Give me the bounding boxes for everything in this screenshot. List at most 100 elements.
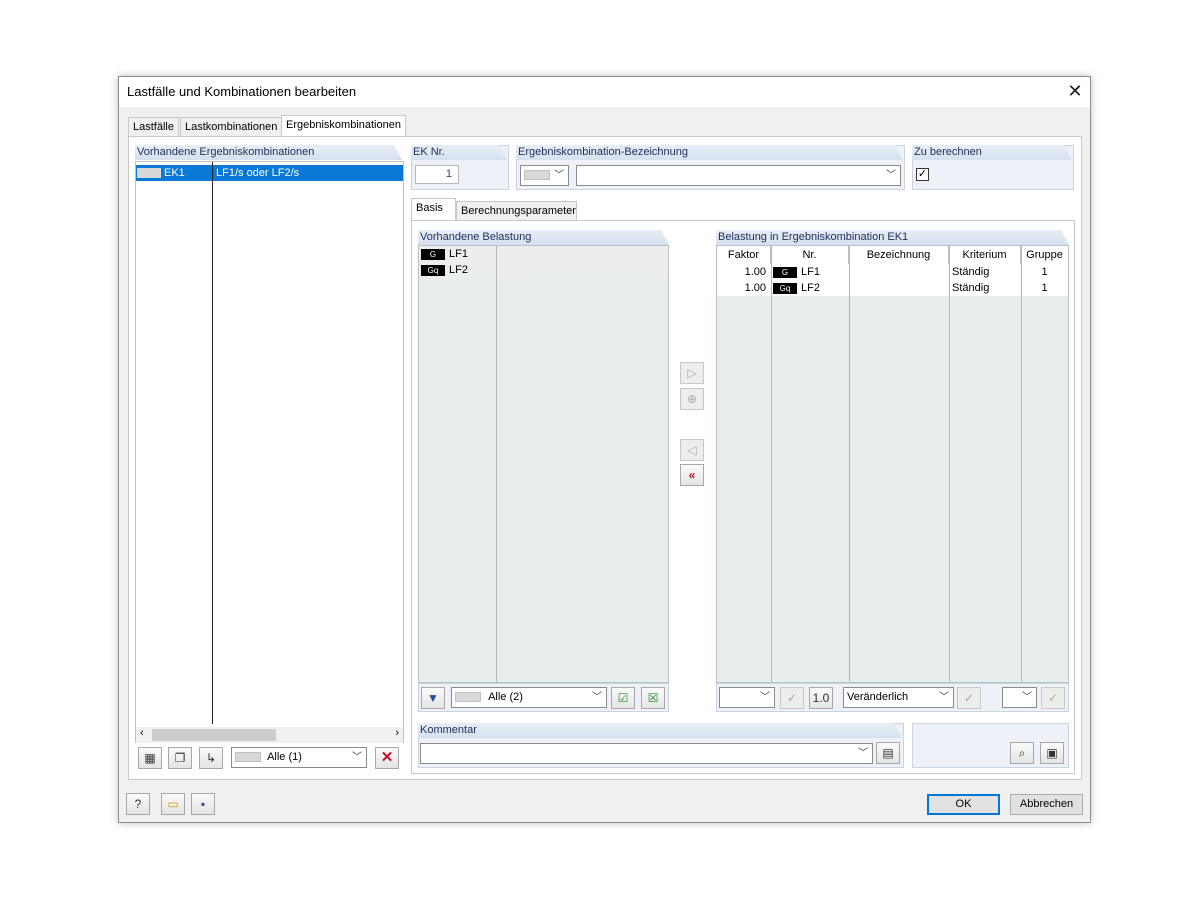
open-details-icon[interactable]: ▣ (1040, 742, 1064, 764)
chevron-down-icon: ﹀ (554, 170, 564, 181)
tab-lastfaelle[interactable]: Lastfälle (128, 117, 179, 137)
kommentar-label: Kommentar (418, 723, 902, 738)
zu-berechnen-label: Zu berechnen (912, 145, 1072, 160)
cell-faktor[interactable]: 1.00 (717, 280, 766, 296)
scroll-right-icon[interactable]: › (395, 727, 399, 739)
subtab-berechnungsparameter[interactable]: Berechnungsparameter (456, 201, 577, 221)
cell-faktor[interactable]: 1.00 (717, 264, 766, 280)
chevron-down-icon: ﹀ (760, 692, 770, 703)
belastung-table[interactable]: Faktor Nr. Bezeichnung Kriterium Gruppe … (716, 245, 1069, 683)
row-description: LF1/s oder LF2/s (216, 167, 300, 179)
chevron-down-icon: ﹀ (939, 692, 949, 703)
horizontal-scrollbar[interactable]: ‹ › (136, 727, 403, 743)
vorhandene-belastung-list[interactable]: G LF1 Gq LF2 (418, 245, 669, 683)
cell-kriterium[interactable]: Ständig (952, 280, 989, 296)
column-header-faktor[interactable]: Faktor (717, 246, 771, 264)
apply-gruppe-icon[interactable]: ✓ (1041, 687, 1065, 709)
cell-gruppe[interactable]: 1 (1021, 280, 1068, 296)
column-header-nr[interactable]: Nr. (771, 246, 849, 264)
help-icon[interactable]: ? (126, 793, 150, 815)
load-type-badge: Gq (773, 282, 797, 294)
color-swatch (235, 752, 261, 763)
copy-combination-icon[interactable]: ❐ (168, 747, 192, 769)
new-combination-icon[interactable]: ▦ (138, 747, 162, 769)
load-type-badge: Gq (421, 264, 445, 276)
tab-ergebniskombinationen[interactable]: Ergebniskombinationen (281, 115, 406, 137)
open-folder-icon[interactable]: ▭ (161, 793, 185, 815)
list-item[interactable]: EK1 LF1/s oder LF2/s (136, 165, 403, 181)
column-header-gruppe[interactable]: Gruppe (1021, 246, 1068, 264)
delete-icon[interactable]: ✕ (375, 747, 399, 769)
remove-all-icon[interactable]: « (680, 464, 704, 486)
cell-kriterium[interactable]: Ständig (952, 264, 989, 280)
gruppe-select[interactable]: ﹀ (1002, 687, 1037, 708)
column-divider (849, 246, 850, 682)
zu-berechnen-checkbox[interactable]: ✓ (916, 168, 929, 181)
dialog-window: Lastfälle und Kombinationen bearbeiten ✕… (118, 76, 1091, 823)
load-case-name: LF1 (801, 266, 820, 278)
list-item[interactable]: Gq LF2 (421, 262, 468, 278)
kommentar-select[interactable]: ﹀ (420, 743, 873, 764)
load-case-name: LF2 (801, 282, 820, 294)
tab-lastkombinationen[interactable]: Lastkombinationen (180, 117, 283, 137)
tab-label: Lastkombinationen (185, 121, 278, 133)
bezeichnung-label: Ergebniskombination-Bezeichnung (516, 145, 903, 160)
column-divider (212, 162, 213, 724)
faktor-select[interactable]: ﹀ (719, 687, 775, 708)
cell-gruppe[interactable]: 1 (1021, 264, 1068, 280)
subtab-label: Berechnungsparameter (461, 205, 576, 217)
color-select[interactable]: ﹀ (520, 165, 569, 186)
save-icon[interactable]: ▪ (191, 793, 215, 815)
list-item[interactable]: G LF1 (421, 246, 468, 262)
bezeichnung-select[interactable]: ﹀ (576, 165, 901, 186)
left-list-header: Vorhandene Ergebniskombinationen (135, 145, 402, 160)
add-icon[interactable]: ▷ (680, 362, 704, 384)
column-header-bezeichnung[interactable]: Bezeichnung (849, 246, 949, 264)
column-header-kriterium[interactable]: Kriterium (949, 246, 1021, 264)
select-all-icon[interactable]: ☑ (611, 687, 635, 709)
kommentar-library-icon[interactable]: ▤ (876, 742, 900, 764)
renumber-icon[interactable]: ↳ (199, 747, 223, 769)
select-toggle-icon[interactable]: ☒ (641, 687, 665, 709)
close-button[interactable]: ✕ (1066, 82, 1084, 101)
chevron-down-icon: ﹀ (858, 748, 868, 759)
subtab-label: Basis (416, 202, 443, 214)
factor-one-button[interactable]: 1.0 (809, 687, 833, 709)
column-divider (496, 246, 497, 682)
filter-icon[interactable]: ▼ (421, 687, 445, 709)
load-case-name: LF1 (449, 248, 468, 260)
belastung-filter-select[interactable]: Alle (2) ﹀ (451, 687, 607, 708)
cell-nr[interactable]: Gq LF2 (773, 280, 820, 296)
color-swatch (524, 170, 550, 181)
ek-nr-label: EK Nr. (411, 145, 507, 160)
color-swatch (455, 692, 481, 703)
column-divider (949, 246, 950, 682)
scroll-thumb[interactable] (152, 729, 276, 741)
column-divider (771, 246, 772, 682)
load-type-badge: G (421, 248, 445, 260)
cancel-button[interactable]: Abbrechen (1010, 794, 1083, 815)
tab-label: Lastfälle (133, 121, 174, 133)
scroll-left-icon[interactable]: ‹ (140, 727, 144, 739)
row-id: EK1 (164, 167, 185, 179)
combination-list[interactable]: EK1 LF1/s oder LF2/s ‹ › (135, 161, 404, 743)
vorhandene-belastung-header: Vorhandene Belastung (418, 230, 669, 245)
chevron-down-icon: ﹀ (352, 752, 362, 763)
add-with-factor-icon[interactable]: ⊕ (680, 388, 704, 410)
ek-nr-field[interactable]: 1 (415, 165, 459, 184)
left-filter-select[interactable]: Alle (1) ﹀ (231, 747, 367, 768)
subtab-basis[interactable]: Basis (411, 198, 456, 220)
tab-label: Ergebniskombinationen (286, 119, 401, 131)
color-swatch (137, 168, 161, 178)
inspect-icon[interactable]: ⌕ (1010, 742, 1034, 764)
title-bar: Lastfälle und Kombinationen bearbeiten ✕ (119, 77, 1090, 107)
ok-button[interactable]: OK (927, 794, 1000, 815)
filter-value: Alle (2) (488, 691, 523, 703)
cell-nr[interactable]: G LF1 (773, 264, 820, 280)
load-case-name: LF2 (449, 264, 468, 276)
filter-value: Alle (1) (267, 751, 302, 763)
apply-faktor-icon[interactable]: ✓ (780, 687, 804, 709)
apply-kriterium-icon[interactable]: ✓ (957, 687, 981, 709)
kriterium-select[interactable]: Veränderlich ﹀ (843, 687, 954, 708)
remove-icon[interactable]: ◁ (680, 439, 704, 461)
